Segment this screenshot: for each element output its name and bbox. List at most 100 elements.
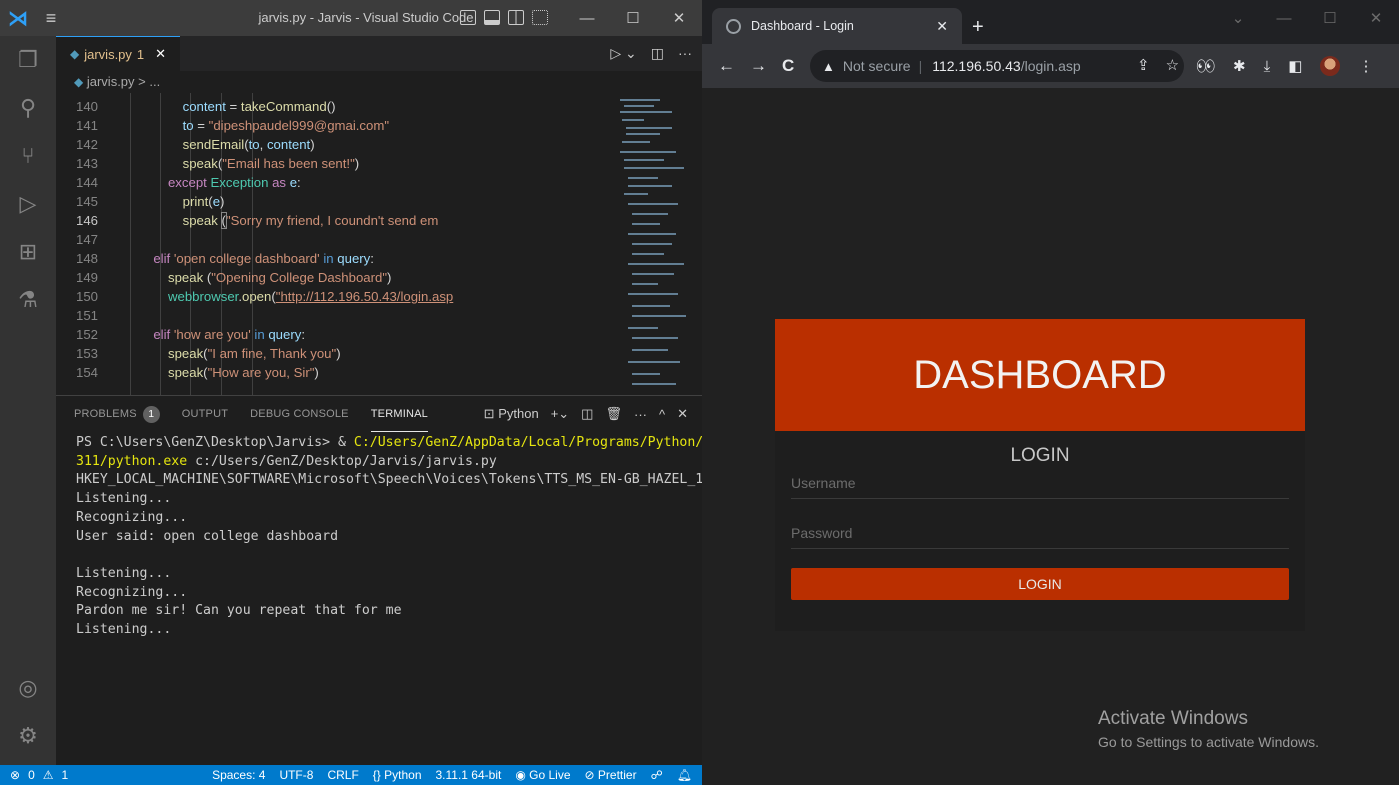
- username-field[interactable]: Username: [791, 475, 1289, 499]
- run-file-icon[interactable]: ▷ ⌄: [610, 45, 636, 62]
- broadcast-icon: ◉: [515, 768, 526, 782]
- side-panel-icon[interactable]: ◧: [1288, 57, 1302, 75]
- login-button[interactable]: LOGIN: [791, 568, 1289, 600]
- python-file-icon: ◆: [70, 47, 80, 61]
- chrome-window: Dashboard - Login ✕ + ⌄ — ☐ ✕ ← → C ▲ No…: [702, 0, 1399, 785]
- close-tab-icon[interactable]: ✕: [936, 18, 948, 35]
- vscode-titlebar: ⋊ ≡ jarvis.py - Jarvis - Visual Studio C…: [0, 0, 702, 36]
- tab-terminal[interactable]: TERMINAL: [370, 396, 428, 432]
- indentation-status[interactable]: Spaces: 4: [212, 768, 265, 782]
- toggle-sidebar-icon[interactable]: [460, 10, 476, 25]
- maximize-panel-icon[interactable]: ^: [659, 407, 665, 422]
- terminal-shell-selector[interactable]: ⊡ Python: [484, 406, 539, 422]
- warning-triangle-icon: ▲: [822, 58, 835, 74]
- minimize-button[interactable]: —: [564, 0, 610, 36]
- toggle-secondary-sidebar-icon[interactable]: [508, 10, 524, 25]
- close-tab-icon[interactable]: ✕: [155, 46, 166, 62]
- address-bar[interactable]: ▲ Not secure | 112.196.50.43/login.asp: [810, 50, 1184, 82]
- split-editor-icon[interactable]: ◫: [651, 45, 664, 62]
- more-actions-icon[interactable]: ···: [678, 45, 692, 62]
- toggle-panel-icon[interactable]: [484, 10, 500, 25]
- reload-icon[interactable]: C: [782, 56, 794, 76]
- menu-icon[interactable]: ≡: [36, 8, 66, 29]
- feedback-icon[interactable]: ☍: [651, 768, 663, 782]
- language-status[interactable]: {} Python: [373, 768, 422, 782]
- chrome-menu-icon[interactable]: ⋮: [1358, 57, 1373, 75]
- testing-icon[interactable]: ⚗: [12, 284, 44, 316]
- new-tab-button[interactable]: +: [972, 16, 984, 39]
- terminal-icon: ⊡: [483, 406, 495, 421]
- braces-icon: {}: [372, 768, 381, 782]
- vscode-window-controls: — ☐ ✕: [564, 0, 702, 36]
- source-control-icon[interactable]: ⑂: [12, 140, 44, 172]
- code-line: 153 speak("I am fine, Thank you"): [75, 346, 341, 361]
- close-window-button[interactable]: ✕: [1353, 0, 1399, 36]
- browser-tab[interactable]: Dashboard - Login ✕: [712, 8, 962, 44]
- terminal-output[interactable]: PS C:\Users\GenZ\Desktop\Jarvis> & C:/Us…: [76, 434, 702, 640]
- tab-problem-count: 1: [136, 46, 145, 62]
- kill-terminal-icon[interactable]: 🗑: [605, 406, 622, 422]
- problems-status[interactable]: ⊗ 0 ⚠ 1: [0, 768, 68, 782]
- code-line: 141 to = "dipeshpaudel999@gmai.com": [75, 118, 390, 133]
- code-line: 152 elif 'how are you' in query:: [75, 327, 306, 342]
- back-icon[interactable]: ←: [718, 56, 735, 76]
- extensions-puzzle-icon[interactable]: ✱: [1233, 57, 1246, 75]
- download-icon[interactable]: ⤓: [1264, 58, 1271, 75]
- forward-icon[interactable]: →: [750, 56, 767, 76]
- explorer-icon[interactable]: ❐: [12, 44, 44, 76]
- extension-icons: 👀︎ ✱ ⤓ ◧ ⋮: [1196, 56, 1373, 76]
- vscode-window: ⋊ ≡ jarvis.py - Jarvis - Visual Studio C…: [0, 0, 702, 785]
- page-content: DASHBOARD LOGIN Username Password LOGIN …: [702, 88, 1399, 785]
- globe-icon: [726, 18, 741, 34]
- breadcrumb-text: jarvis.py > ...: [86, 74, 161, 89]
- code-line: 143 speak("Email has been sent!"): [75, 156, 360, 171]
- tab-search-icon[interactable]: ⌄: [1215, 0, 1261, 36]
- encoding-status[interactable]: UTF-8: [279, 768, 313, 782]
- split-terminal-icon[interactable]: ◫: [581, 406, 593, 422]
- minimap[interactable]: [618, 93, 688, 395]
- code-line-current: 146 speak ("Sorry my friend, I coundn't …: [75, 212, 439, 229]
- breadcrumb[interactable]: ◆ jarvis.py > ...: [56, 71, 702, 93]
- notifications-bell-icon[interactable]: 🔔︎: [677, 768, 692, 782]
- tab-output[interactable]: OUTPUT: [182, 396, 228, 432]
- separator: |: [918, 58, 923, 74]
- close-window-button[interactable]: ✕: [656, 0, 702, 36]
- code-editor[interactable]: 140 content = takeCommand() 141 to = "di…: [56, 93, 702, 395]
- extensions-icon[interactable]: ⊞: [12, 236, 44, 268]
- not-secure-label[interactable]: Not secure: [843, 58, 911, 74]
- extension-eyes-icon[interactable]: 👀︎: [1196, 57, 1215, 75]
- dashboard-header: DASHBOARD: [775, 319, 1305, 431]
- search-icon[interactable]: ⚲: [12, 92, 44, 124]
- close-panel-icon[interactable]: ✕: [677, 406, 688, 422]
- prettier-icon: ⊘: [584, 768, 595, 782]
- customize-layout-icon[interactable]: [532, 10, 548, 25]
- more-actions-icon[interactable]: ···: [634, 407, 647, 422]
- interpreter-status[interactable]: 3.11.1 64-bit: [436, 768, 502, 782]
- prettier-status[interactable]: ⊘ Prettier: [585, 768, 637, 782]
- password-field[interactable]: Password: [791, 525, 1289, 549]
- share-icon[interactable]: ⇪: [1137, 56, 1150, 74]
- tab-jarvis-py[interactable]: ◆ jarvis.py 1 ✕: [56, 36, 180, 71]
- login-title: LOGIN: [1010, 445, 1070, 466]
- python-file-icon: ◆: [74, 75, 84, 89]
- minimize-button[interactable]: —: [1261, 0, 1307, 36]
- maximize-button[interactable]: ☐: [1307, 0, 1353, 36]
- golive-status[interactable]: ◉ Go Live: [515, 768, 570, 782]
- run-debug-icon[interactable]: ▷: [12, 188, 44, 220]
- manage-gear-icon[interactable]: ⚙: [12, 720, 44, 752]
- eol-status[interactable]: CRLF: [327, 768, 358, 782]
- warning-icon: ⚠: [42, 768, 54, 782]
- browser-toolbar: ← → C ▲ Not secure | 112.196.50.43/login…: [702, 44, 1399, 88]
- maximize-button[interactable]: ☐: [610, 0, 656, 36]
- accounts-icon[interactable]: ◎: [12, 672, 44, 704]
- code-line: 145 print(e): [75, 194, 225, 209]
- tab-debug-console[interactable]: DEBUG CONSOLE: [250, 396, 349, 432]
- new-terminal-icon[interactable]: +⌄: [551, 406, 569, 422]
- tab-filename: jarvis.py: [84, 46, 132, 62]
- login-card: DASHBOARD LOGIN Username Password LOGIN: [775, 319, 1305, 631]
- layout-controls: [460, 10, 548, 25]
- profile-avatar[interactable]: [1320, 56, 1341, 76]
- tab-problems[interactable]: PROBLEMS 1: [74, 396, 160, 432]
- bookmark-star-icon[interactable]: ☆: [1166, 56, 1179, 74]
- activate-windows-watermark: Activate Windows Go to Settings to activ…: [1098, 708, 1319, 750]
